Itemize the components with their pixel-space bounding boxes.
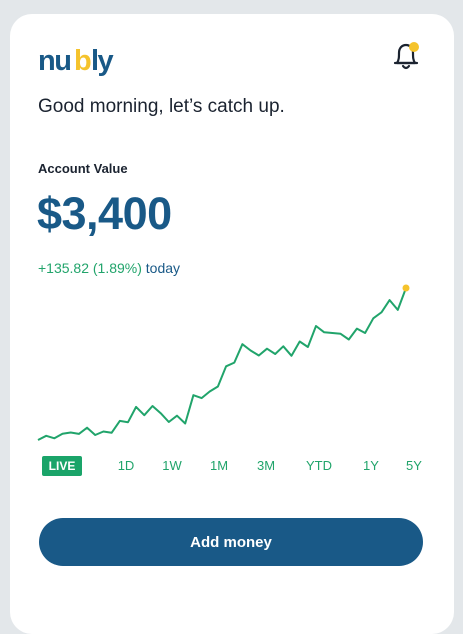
account-value-label: Account Value xyxy=(38,161,128,176)
svg-text:b: b xyxy=(74,45,92,77)
daily-change-amount: +135.82 (1.89%) xyxy=(38,260,142,276)
add-money-button[interactable]: Add money xyxy=(39,518,423,566)
daily-change: +135.82 (1.89%) today xyxy=(38,260,180,276)
range-tab-1y[interactable]: 1Y xyxy=(359,456,383,476)
svg-text:nu: nu xyxy=(38,45,70,77)
range-tab-3m[interactable]: 3M xyxy=(252,456,280,476)
account-value-chart xyxy=(37,284,410,441)
range-tab-1m[interactable]: 1M xyxy=(207,456,231,476)
greeting-text: Good morning, let’s catch up. xyxy=(38,96,285,117)
notification-dot xyxy=(409,42,419,52)
range-tab-1d[interactable]: 1D xyxy=(114,456,138,476)
nubly-logo: nu b ly xyxy=(38,45,115,77)
range-tab-1w[interactable]: 1W xyxy=(158,456,186,476)
svg-text:ly: ly xyxy=(91,45,114,77)
chart-line xyxy=(37,287,407,441)
daily-change-period: today xyxy=(145,260,181,276)
home-card: nu b ly Good morning, let’s catch up. Ac… xyxy=(10,14,454,634)
bell-icon[interactable] xyxy=(388,38,424,74)
time-range-selector: LIVE 1D 1W 1M 3M YTD 1Y 5Y xyxy=(42,456,422,478)
range-tab-live[interactable]: LIVE xyxy=(42,456,82,476)
account-value: $3,400 xyxy=(37,188,172,239)
range-tab-5y[interactable]: 5Y xyxy=(402,456,426,476)
range-tab-ytd[interactable]: YTD xyxy=(302,456,336,476)
chart-current-point xyxy=(402,284,410,292)
